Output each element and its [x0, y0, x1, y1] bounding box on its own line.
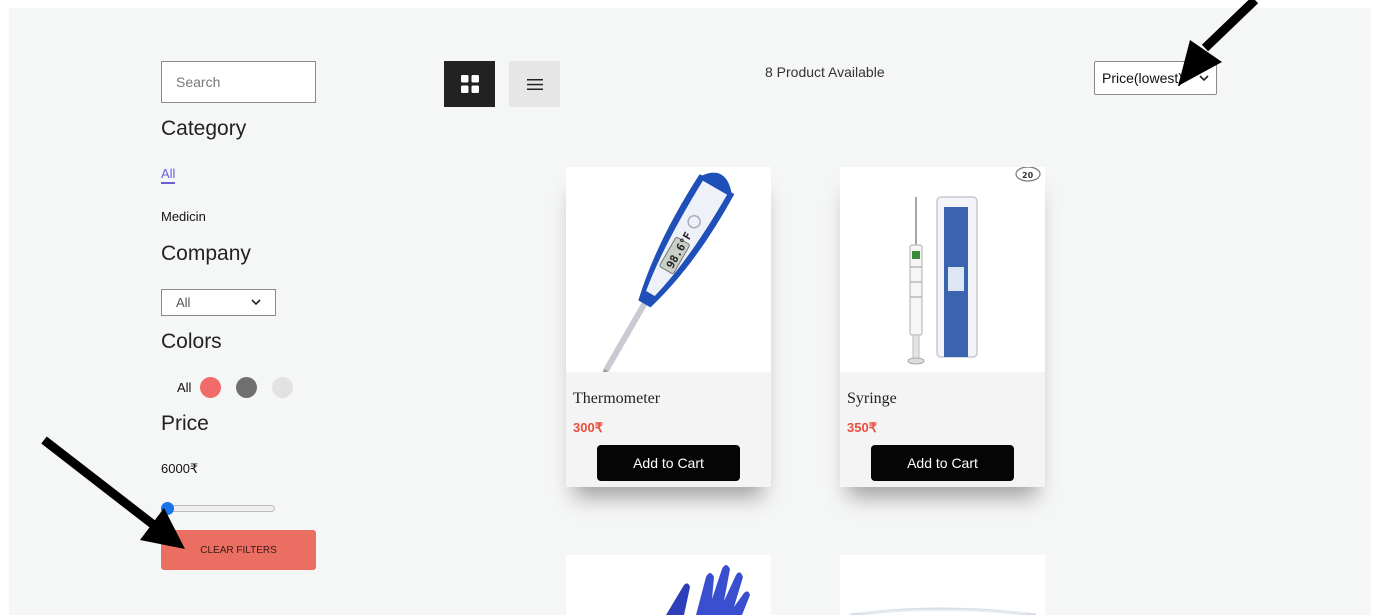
color-filter-row: All	[177, 376, 308, 398]
sort-selected-value: Price(lowest)	[1102, 70, 1183, 86]
product-count: 8 Product Available	[765, 64, 885, 80]
company-selected-value: All	[176, 295, 191, 310]
gloves-image	[666, 565, 750, 615]
color-all[interactable]: All	[177, 380, 191, 395]
add-to-cart-button[interactable]: Add to Cart	[597, 445, 740, 481]
search-input[interactable]	[161, 61, 316, 103]
price-slider-track[interactable]	[164, 505, 275, 512]
price-heading: Price	[161, 412, 209, 435]
list-view-button[interactable]	[509, 61, 560, 107]
product-name[interactable]: Syringe	[847, 390, 897, 408]
grid-view-icon	[460, 75, 479, 93]
syringe-badge: 20	[1022, 171, 1034, 180]
syringe-icon: 20	[907, 167, 1041, 365]
grid-view-button[interactable]	[444, 61, 495, 107]
sort-select[interactable]: Price(lowest)	[1094, 61, 1217, 95]
product-card-partial[interactable]	[840, 555, 1045, 615]
chevron-down-icon	[251, 299, 261, 306]
company-select[interactable]: All	[161, 289, 276, 316]
category-medicin[interactable]: Medicin	[161, 209, 206, 224]
add-to-cart-button[interactable]: Add to Cart	[871, 445, 1014, 481]
color-swatch-gray[interactable]	[236, 376, 258, 398]
product-card[interactable]: 20 Syringe 350₹ Add to Cart	[840, 167, 1045, 487]
price-slider-thumb[interactable]	[161, 502, 174, 515]
colors-heading: Colors	[161, 330, 222, 353]
product-card-partial[interactable]	[566, 555, 771, 615]
category-all[interactable]: All	[161, 166, 176, 184]
product-price: 300₹	[573, 420, 603, 435]
price-value: 6000₹	[161, 461, 199, 476]
category-heading: Category	[161, 117, 247, 140]
color-swatch-red[interactable]	[200, 376, 222, 398]
product-info: Syringe 350₹ Add to Cart	[840, 372, 1045, 487]
thermometer-image[interactable]: 98.6°F	[566, 167, 771, 372]
company-heading: Company	[161, 242, 251, 265]
list-view-icon	[526, 78, 543, 90]
syringe-image[interactable]: 20	[840, 167, 1045, 372]
mask-image	[849, 607, 1037, 615]
clear-filters-button[interactable]: CLEAR FILTERS	[161, 530, 316, 570]
product-name[interactable]: Thermometer	[573, 390, 660, 408]
chevron-down-icon	[1199, 74, 1209, 81]
product-info: Thermometer 300₹ Add to Cart	[566, 372, 771, 487]
thermometer-icon: 98.6°F	[600, 172, 735, 372]
color-swatch-light[interactable]	[272, 376, 294, 398]
product-price: 350₹	[847, 420, 877, 435]
product-card[interactable]: 98.6°F Thermometer 300₹ Add to Cart	[566, 167, 771, 487]
